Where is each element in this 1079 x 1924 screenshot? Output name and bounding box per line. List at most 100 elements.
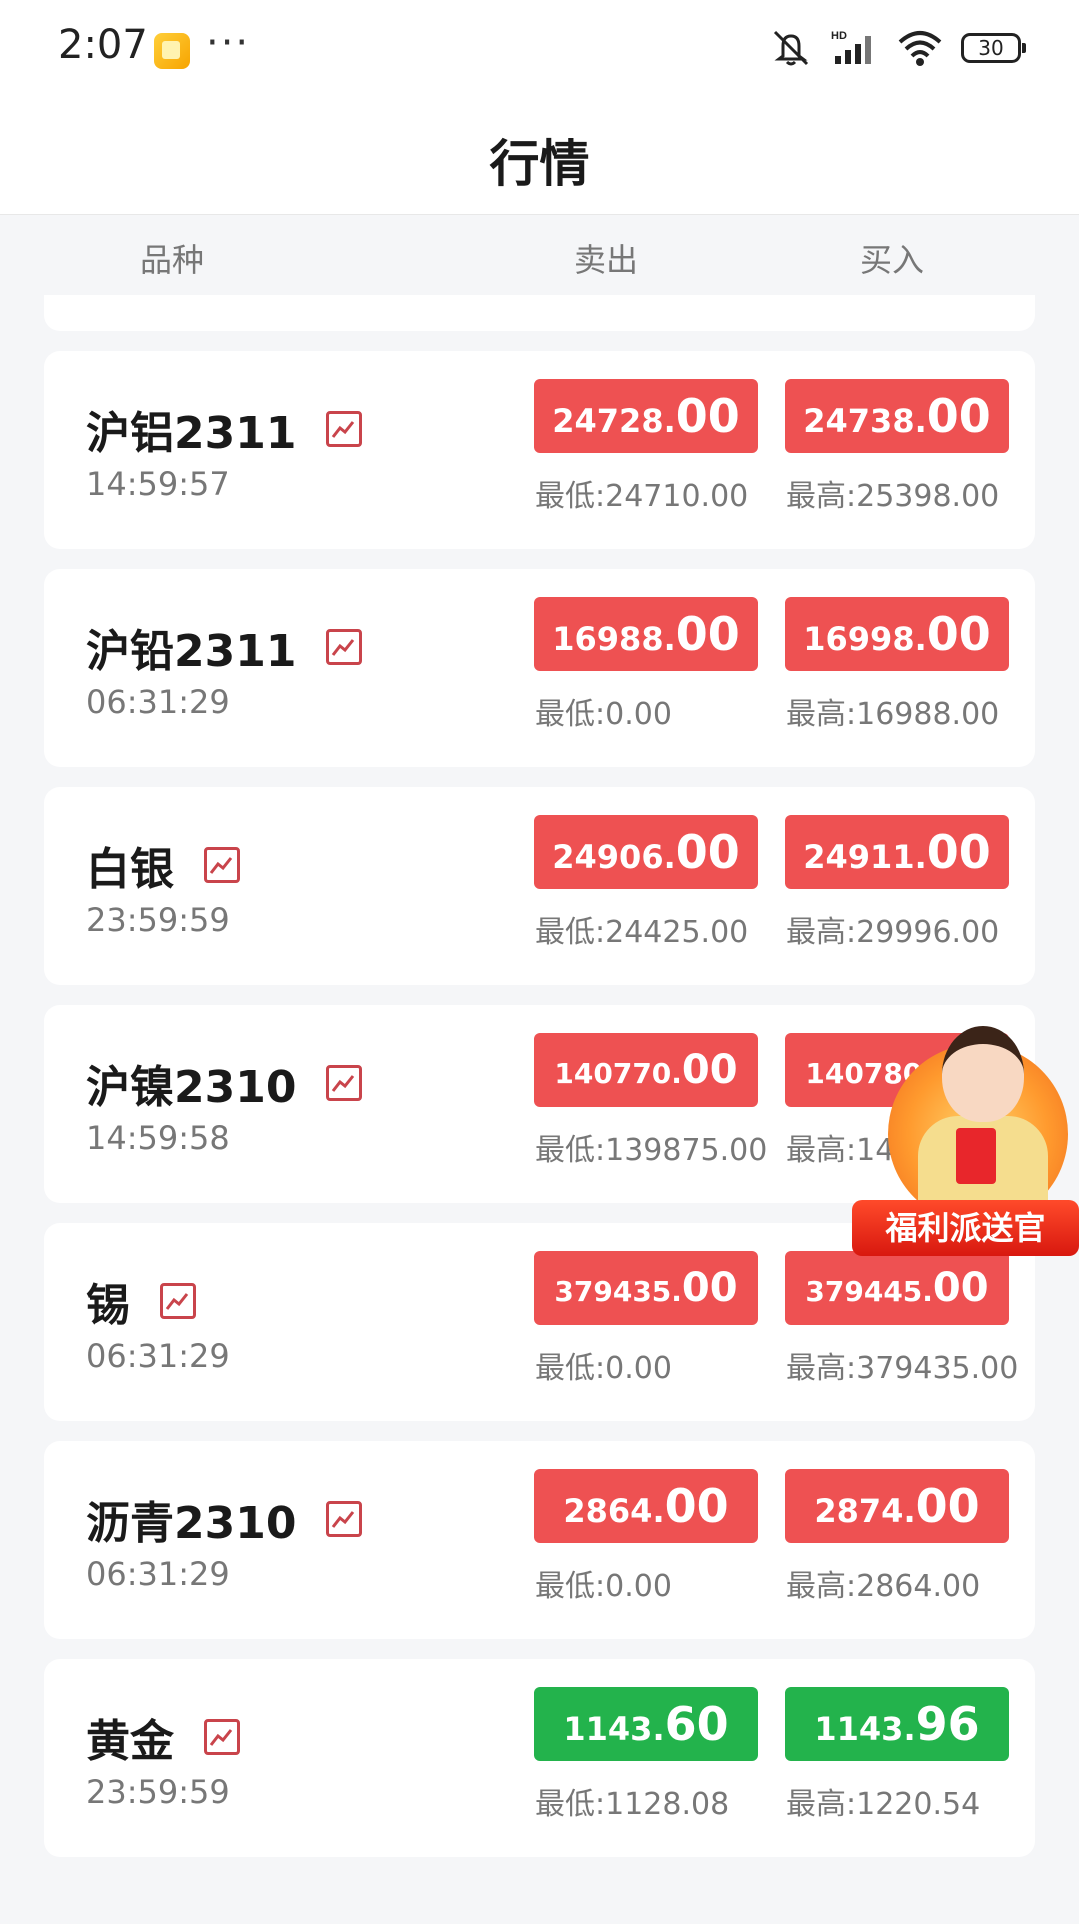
sell-price-button[interactable]: 24906.00 [534,815,758,889]
network-type-label: HD [831,30,847,42]
trend-chart-icon[interactable] [204,1719,240,1755]
mute-icon [769,28,813,68]
signal-icon: HD [831,28,879,68]
quote-time: 06:31:29 [86,1555,230,1593]
battery-icon: 30 [961,33,1026,63]
high-price: 最高:2864.00 [786,1569,981,1604]
low-price: 最低:139875.00 [535,1133,768,1168]
low-price: 最低:0.00 [535,1351,672,1386]
notification-app-icon [154,33,190,69]
high-price: 最高:1220.54 [786,1787,981,1822]
buy-price-dec: 00 [926,389,991,443]
low-price: 最低:24710.00 [535,479,749,514]
quote-name-row: 沪铅2311 [86,615,363,679]
quote-time: 06:31:29 [86,683,230,721]
buy-price-int: 379445. [805,1275,933,1308]
quote-name-row: 锡 [86,1269,196,1333]
buy-price-button[interactable]: 2874.00 [785,1469,1009,1543]
sell-price-int: 379435. [554,1275,682,1308]
quote-name: 沥青2310 [86,1498,297,1549]
quote-name-row: 沪镍2310 [86,1051,363,1115]
low-price: 最低:0.00 [535,1569,672,1604]
low-price: 最低:1128.08 [535,1787,730,1822]
high-price: 最高:29996.00 [786,915,1000,950]
quote-name: 白银 [86,844,174,895]
welfare-promo-widget[interactable]: 福利派送官 [852,1004,1079,1272]
high-price: 最高:16988.00 [786,697,1000,732]
buy-price-button[interactable]: 24911.00 [785,815,1009,889]
buy-price-button[interactable]: 24738.00 [785,379,1009,453]
quote-card[interactable]: 白银 23:59:59 24906.00 24911.00 最低:24425.0… [44,787,1035,985]
buy-price-dec: 00 [915,1479,980,1533]
buy-price-int: 16998. [803,620,927,658]
column-name-label: 品种 [140,241,205,279]
quote-name: 锡 [86,1280,130,1331]
sell-price-int: 16988. [552,620,676,658]
sell-price-button[interactable]: 2864.00 [534,1469,758,1543]
buy-price-int: 2874. [814,1492,916,1530]
sell-price-dec: 00 [675,607,740,661]
sell-price-button[interactable]: 24728.00 [534,379,758,453]
quote-name: 沪铅2311 [86,626,297,677]
sell-price-dec: 60 [664,1697,729,1751]
sell-price-int: 2864. [563,1492,665,1530]
status-time: 2:07 [58,22,148,68]
promo-figure-face [942,1026,1024,1122]
high-price: 最高:379435.00 [786,1351,1019,1386]
sell-price-dec: 00 [681,1047,738,1093]
buy-price-dec: 96 [915,1697,980,1751]
quote-time: 23:59:59 [86,1773,230,1811]
column-header: 品种 卖出 买入 [0,215,1079,295]
quote-name-row: 黄金 [86,1705,240,1769]
sell-price-int: 1143. [563,1710,665,1748]
trend-chart-icon[interactable] [326,1501,363,1537]
promo-label: 福利派送官 [852,1200,1079,1256]
sell-price-button[interactable]: 379435.00 [534,1251,758,1325]
quote-name-row: 沥青2310 [86,1487,363,1551]
low-price: 最低:24425.00 [535,915,749,950]
column-buy-label: 买入 [860,241,925,279]
status-bar: 2:07 ··· HD 30 [0,0,1079,100]
buy-price-button[interactable]: 16998.00 [785,597,1009,671]
quote-name: 沪镍2310 [86,1062,297,1113]
trend-chart-icon[interactable] [160,1283,196,1319]
page-title: 行情 [489,135,590,193]
sell-price-int: 24728. [552,402,676,440]
buy-price-int: 24738. [803,402,927,440]
quote-name: 沪铝2311 [86,408,297,459]
trend-chart-icon[interactable] [326,629,363,665]
sell-price-button[interactable]: 1143.60 [534,1687,758,1761]
buy-price-int: 24911. [803,838,927,876]
quote-time: 06:31:29 [86,1337,230,1375]
buy-price-int: 1143. [814,1710,916,1748]
quote-card[interactable]: 沪铅2311 06:31:29 16988.00 16998.00 最低:0.0… [44,569,1035,767]
sell-price-button[interactable]: 140770.00 [534,1033,758,1107]
quote-card[interactable]: 黄金 23:59:59 1143.60 1143.96 最低:1128.08 最… [44,1659,1035,1857]
column-sell-label: 卖出 [574,241,639,279]
status-icons: HD 30 [769,28,1026,68]
trend-chart-icon[interactable] [326,1065,363,1101]
quote-name-row: 白银 [86,833,240,897]
low-price: 最低:0.00 [535,697,672,732]
status-more-icon: ··· [206,20,251,66]
partial-quote-card[interactable] [44,295,1035,331]
sell-price-dec: 00 [675,389,740,443]
trend-chart-icon[interactable] [326,411,363,447]
quote-name: 黄金 [86,1716,174,1767]
high-price: 最高:25398.00 [786,479,1000,514]
quote-time: 14:59:58 [86,1119,230,1157]
quote-card[interactable]: 沥青2310 06:31:29 2864.00 2874.00 最低:0.00 … [44,1441,1035,1639]
buy-price-dec: 00 [926,825,991,879]
title-bar: 行情 [0,100,1079,215]
quote-card[interactable]: 沪铝2311 14:59:57 24728.00 24738.00 最低:247… [44,351,1035,549]
buy-price-dec: 00 [926,607,991,661]
sell-price-dec: 00 [675,825,740,879]
trend-chart-icon[interactable] [204,847,240,883]
red-envelope-icon [956,1128,996,1184]
quote-name-row: 沪铝2311 [86,397,363,461]
sell-price-button[interactable]: 16988.00 [534,597,758,671]
wifi-icon [897,28,943,68]
buy-price-button[interactable]: 1143.96 [785,1687,1009,1761]
sell-price-dec: 00 [681,1265,738,1311]
quote-time: 14:59:57 [86,465,230,503]
